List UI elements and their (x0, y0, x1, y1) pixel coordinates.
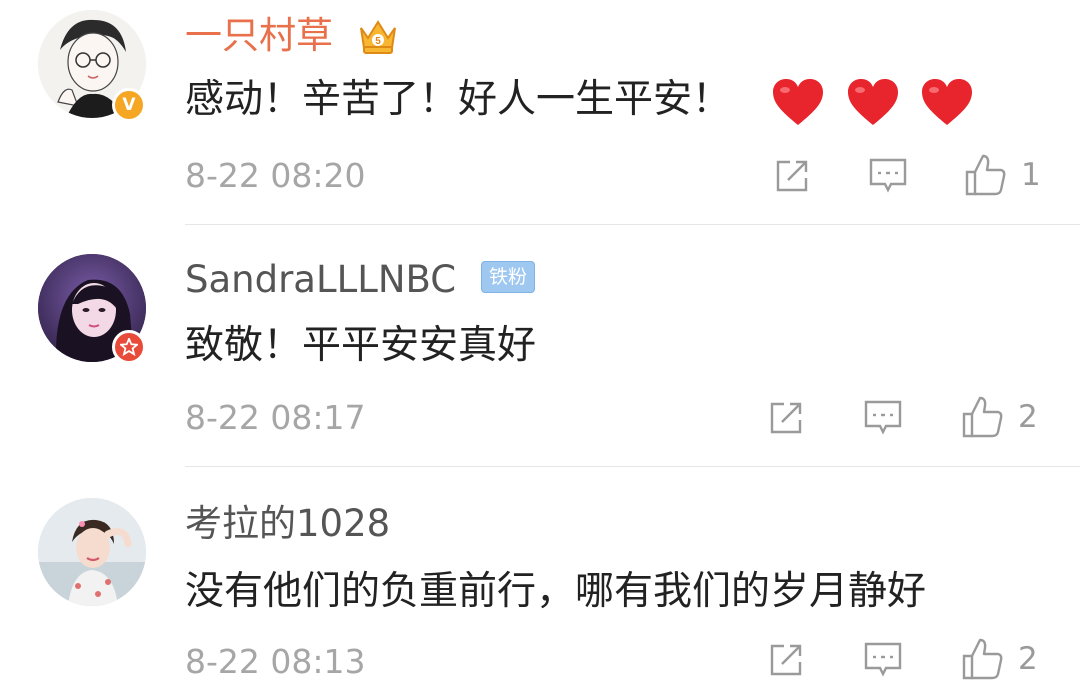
red-heart-icon (847, 78, 898, 125)
fan-badge: 铁粉 (481, 261, 536, 293)
comment-text: 感动！辛苦了！好人一生平安！ (185, 76, 982, 127)
divider (185, 224, 1080, 225)
comment-icon (864, 400, 902, 435)
emoji-group (771, 76, 982, 127)
comment-text-body: 感动！辛苦了！好人一生平安！ (185, 77, 732, 122)
share-button[interactable] (766, 640, 806, 680)
thumbs-up-icon (965, 154, 1006, 196)
thumbs-up-icon (962, 396, 1003, 438)
thumbs-up-icon (962, 638, 1003, 680)
comment-timestamp: 8-22 08:17 (185, 398, 366, 437)
username[interactable]: 一只村草 (185, 14, 333, 58)
comment-icon (864, 642, 902, 677)
comment-timestamp: 8-22 08:20 (185, 156, 366, 195)
red-heart-icon (773, 78, 824, 125)
username[interactable]: SandraLLLNBC (185, 258, 456, 302)
like-button[interactable]: 2 (960, 394, 1038, 440)
share-icon (776, 160, 808, 192)
like-count: 2 (1018, 641, 1038, 677)
like-button[interactable]: 2 (960, 636, 1038, 682)
comment-item: SandraLLLNBC 铁粉 致敬！平平安安真好 8-22 08:17 2 (0, 242, 1080, 484)
svg-text:5: 5 (375, 36, 381, 47)
comment-item: V 一只村草 5 感动！辛苦了！好人一生平安！ 8-22 08:20 1 (0, 0, 1080, 242)
reply-button[interactable] (867, 156, 909, 196)
comment-text: 致敬！平平安安真好 (185, 323, 537, 368)
share-icon (770, 402, 802, 434)
username[interactable]: 考拉的1028 (185, 502, 390, 546)
star-badge-icon (112, 330, 146, 364)
comment-text: 没有他们的负重前行，哪有我们的岁月静好 (185, 569, 927, 614)
reply-button[interactable] (862, 640, 904, 680)
comment-icon (869, 158, 907, 193)
comment-item: 考拉的1028 没有他们的负重前行，哪有我们的岁月静好 8-22 08:13 2 (0, 484, 1080, 684)
crown-level-icon: 5 (357, 14, 399, 60)
share-button[interactable] (772, 156, 812, 196)
avatar[interactable] (38, 498, 146, 606)
share-button[interactable] (766, 398, 806, 438)
like-button[interactable]: 1 (963, 152, 1041, 198)
comment-timestamp: 8-22 08:13 (185, 642, 366, 681)
divider (185, 466, 1080, 467)
verified-badge-icon: V (112, 88, 146, 122)
like-count: 2 (1018, 399, 1038, 435)
like-count: 1 (1021, 157, 1041, 193)
reply-button[interactable] (862, 398, 904, 438)
share-icon (770, 644, 802, 676)
red-heart-icon (922, 78, 973, 125)
